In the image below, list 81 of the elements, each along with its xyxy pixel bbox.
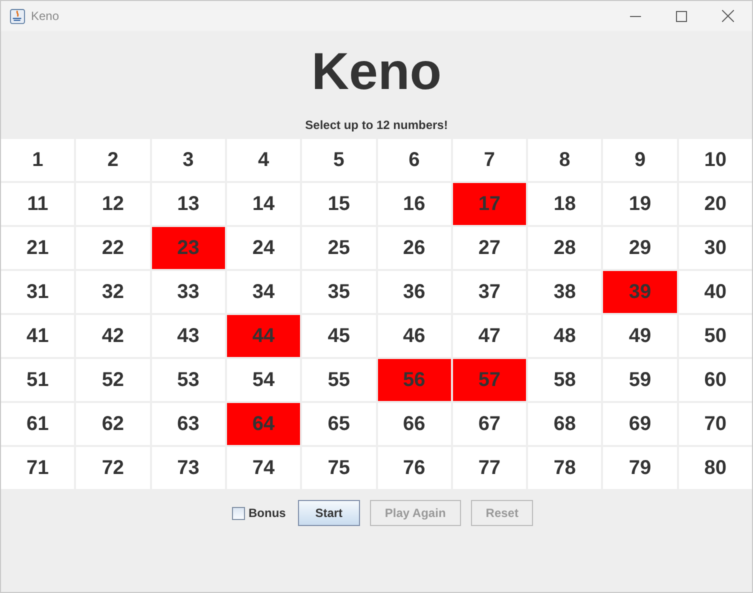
number-cell[interactable]: 5 xyxy=(302,139,376,181)
number-cell[interactable]: 6 xyxy=(378,139,451,181)
bonus-checkbox[interactable]: Bonus xyxy=(232,504,286,522)
number-cell[interactable]: 31 xyxy=(1,271,74,313)
number-cell[interactable]: 15 xyxy=(302,183,376,225)
number-cell[interactable]: 18 xyxy=(528,183,602,225)
number-cell[interactable]: 78 xyxy=(528,447,602,489)
number-cell[interactable]: 54 xyxy=(226,359,300,401)
number-cell[interactable]: 9 xyxy=(603,139,677,181)
number-cell[interactable]: 8 xyxy=(528,139,602,181)
action-button[interactable]: Start xyxy=(298,500,360,526)
number-cell[interactable]: 55 xyxy=(302,359,376,401)
number-cell[interactable]: 79 xyxy=(603,447,677,489)
number-cell[interactable]: 61 xyxy=(1,403,74,445)
number-cell[interactable]: 63 xyxy=(152,403,225,445)
number-cell[interactable]: 80 xyxy=(678,447,752,489)
number-cell[interactable]: 1 xyxy=(1,139,74,181)
number-cell[interactable]: 14 xyxy=(226,183,300,225)
number-cell[interactable]: 2 xyxy=(76,139,150,181)
maximize-icon[interactable] xyxy=(676,10,687,22)
number-cell[interactable]: 24 xyxy=(226,227,300,269)
number-cell[interactable]: 73 xyxy=(152,447,225,489)
number-cell[interactable]: 34 xyxy=(226,271,300,313)
number-cell[interactable]: 59 xyxy=(603,359,677,401)
number-cell[interactable]: 62 xyxy=(76,403,150,445)
number-cell[interactable]: 7 xyxy=(452,139,526,181)
number-cell[interactable]: 16 xyxy=(378,183,451,225)
number-cell[interactable]: 70 xyxy=(678,403,752,445)
number-cell[interactable]: 43 xyxy=(152,315,225,357)
number-cell[interactable]: 42 xyxy=(76,315,150,357)
number-cell[interactable]: 66 xyxy=(378,403,451,445)
number-cell[interactable]: 4 xyxy=(226,139,300,181)
number-cell[interactable]: 67 xyxy=(452,403,526,445)
number-cell[interactable]: 20 xyxy=(678,183,752,225)
number-cell[interactable]: 48 xyxy=(528,315,602,357)
number-cell[interactable]: 3 xyxy=(152,139,225,181)
number-cell[interactable]: 25 xyxy=(302,227,376,269)
number-cell[interactable]: 29 xyxy=(603,227,677,269)
number-cell[interactable]: 77 xyxy=(452,447,526,489)
number-cell[interactable]: 13 xyxy=(152,183,225,225)
app-icon xyxy=(10,8,25,24)
number-cell[interactable]: 22 xyxy=(76,227,150,269)
number-cell[interactable]: 47 xyxy=(452,315,526,357)
number-cell[interactable]: 32 xyxy=(76,271,150,313)
number-cell[interactable]: 76 xyxy=(378,447,451,489)
close-icon[interactable] xyxy=(722,10,734,22)
number-cell[interactable]: 26 xyxy=(378,227,451,269)
number-cell[interactable]: 27 xyxy=(452,227,526,269)
number-cell[interactable]: 28 xyxy=(528,227,602,269)
number-cell[interactable]: 41 xyxy=(1,315,74,357)
number-cell[interactable]: 40 xyxy=(678,271,752,313)
number-cell[interactable]: 37 xyxy=(452,271,526,313)
number-cell[interactable]: 30 xyxy=(678,227,752,269)
number-cell[interactable]: 33 xyxy=(152,271,225,313)
number-cell[interactable]: 19 xyxy=(603,183,677,225)
window-title: Keno xyxy=(31,8,60,25)
number-cell[interactable]: 50 xyxy=(678,315,752,357)
instruction-text: Select up to 12 numbers! xyxy=(305,118,448,132)
number-cell[interactable]: 36 xyxy=(378,271,451,313)
number-cell[interactable]: 53 xyxy=(152,359,225,401)
number-cell[interactable]: 51 xyxy=(1,359,74,401)
number-cell[interactable]: 35 xyxy=(302,271,376,313)
number-cell[interactable]: 46 xyxy=(378,315,451,357)
number-cell[interactable]: 60 xyxy=(678,359,752,401)
number-cell[interactable]: 21 xyxy=(1,227,74,269)
number-cell[interactable]: 65 xyxy=(302,403,376,445)
number-cell[interactable]: 38 xyxy=(528,271,602,313)
number-cell[interactable]: 72 xyxy=(76,447,150,489)
number-cell[interactable]: 71 xyxy=(1,447,74,489)
number-cell[interactable]: 12 xyxy=(76,183,150,225)
number-cell[interactable]: 49 xyxy=(603,315,677,357)
number-cell[interactable]: 10 xyxy=(678,139,752,181)
number-cell[interactable]: 69 xyxy=(603,403,677,445)
number-cell[interactable]: 11 xyxy=(1,183,74,225)
number-cell[interactable]: 58 xyxy=(528,359,602,401)
number-cell[interactable]: 52 xyxy=(76,359,150,401)
number-cell[interactable]: 68 xyxy=(528,403,602,445)
game-title: Keno xyxy=(312,42,442,103)
number-cell[interactable]: 74 xyxy=(226,447,300,489)
number-cell[interactable]: 75 xyxy=(302,447,376,489)
number-cell[interactable]: 45 xyxy=(302,315,376,357)
